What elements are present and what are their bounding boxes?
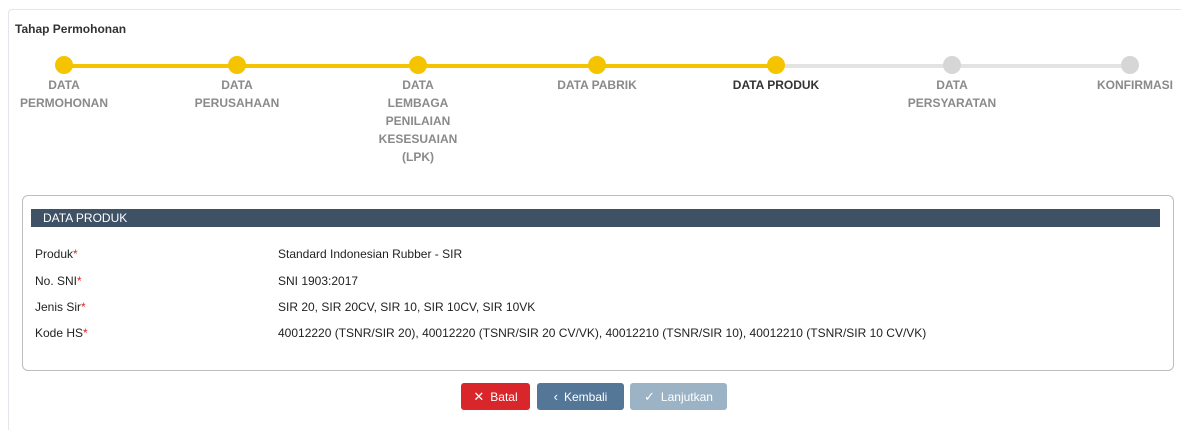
step-dot-data-lpk <box>409 56 427 74</box>
step-label-data-pabrik: DATA PABRIK <box>557 78 637 92</box>
close-icon: ✕ <box>473 389 485 404</box>
cancel-button[interactable]: ✕ Batal <box>461 383 530 410</box>
back-button[interactable]: ‹ Kembali <box>537 383 624 410</box>
required-mark: * <box>81 300 86 314</box>
data-produk-panel: DATA PRODUK Produk* Standard Indonesian … <box>22 195 1174 371</box>
step-dot-data-pabrik <box>588 56 606 74</box>
stepper-title: Tahap Permohonan <box>15 22 127 36</box>
field-value-jenis-sir: SIR 20, SIR 20CV, SIR 10, SIR 10CV, SIR … <box>278 300 536 314</box>
step-dot-konfirmasi <box>1121 56 1139 74</box>
required-mark: * <box>77 274 82 288</box>
back-button-label: Kembali <box>563 390 608 404</box>
step-label-data-lpk: DATA LEMBAGA PENILAIAN KESESUAIAN (LPK) <box>378 78 458 164</box>
next-button[interactable]: ✓ Lanjutkan <box>630 383 727 410</box>
required-mark: * <box>73 247 78 261</box>
step-label-data-persyaratan: DATA PERSYARATAN <box>907 78 997 110</box>
field-label-kode-hs: Kode HS* <box>35 326 88 340</box>
step-dot-data-permohonan <box>55 56 73 74</box>
required-mark: * <box>83 326 88 340</box>
field-label-jenis-sir: Jenis Sir* <box>35 300 86 314</box>
check-icon: ✓ <box>644 389 655 404</box>
step-dot-data-produk <box>767 56 785 74</box>
panel-header: DATA PRODUK <box>31 209 1160 227</box>
cancel-button-label: Batal <box>490 390 518 404</box>
step-label-data-perusahaan: DATA PERUSAHAAN <box>194 78 280 110</box>
chevron-left-icon: ‹ <box>553 389 558 404</box>
step-dot-data-perusahaan <box>228 56 246 74</box>
next-button-label: Lanjutkan <box>660 390 713 404</box>
field-label-produk: Produk* <box>35 247 78 261</box>
field-value-produk: Standard Indonesian Rubber - SIR <box>278 247 463 261</box>
step-dot-data-persyaratan <box>943 56 961 74</box>
step-label-konfirmasi: KONFIRMASI <box>1097 78 1173 92</box>
field-value-no-sni: SNI 1903:2017 <box>278 274 359 288</box>
step-label-data-produk: DATA PRODUK <box>732 78 820 92</box>
field-label-no-sni: No. SNI* <box>35 274 82 288</box>
field-value-kode-hs: 40012220 (TSNR/SIR 20), 40012220 (TSNR/S… <box>278 326 927 340</box>
step-label-data-permohonan: DATA PERMOHONAN <box>19 78 108 110</box>
